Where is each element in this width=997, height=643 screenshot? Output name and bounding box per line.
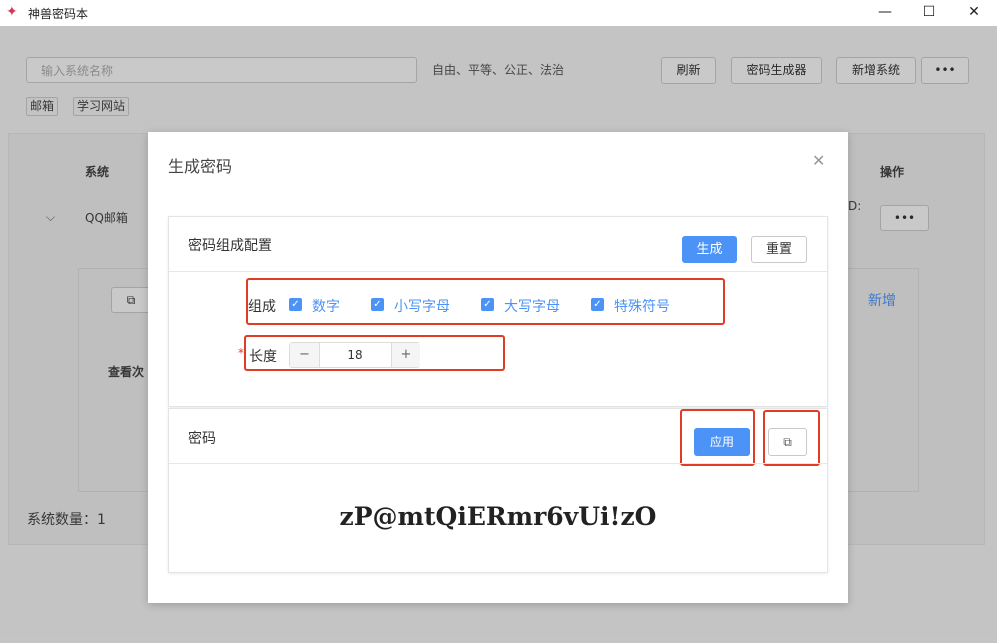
close-window-button[interactable]: ✕ [951, 0, 997, 26]
checkbox-special[interactable]: ✓ [591, 298, 604, 311]
card-divider [169, 463, 827, 464]
config-card: 密码组成配置 生成 重置 组成 ✓ 数字 ✓ 小写字母 ✓ 大写字母 ✓ 特殊符… [168, 216, 828, 407]
option-uppercase-label[interactable]: 大写字母 [504, 296, 560, 316]
password-card-title: 密码 [188, 431, 216, 447]
checkbox-lowercase[interactable]: ✓ [371, 298, 384, 311]
option-lowercase-label[interactable]: 小写字母 [394, 296, 450, 316]
generated-password: zP@mtQiERmr6vUi!zO [339, 502, 657, 531]
close-icon[interactable]: ✕ [812, 151, 825, 170]
minimize-button[interactable]: — [862, 0, 908, 26]
generate-password-dialog: 生成密码 ✕ 密码组成配置 生成 重置 组成 ✓ 数字 ✓ 小写字母 ✓ 大写字… [148, 132, 848, 603]
maximize-button[interactable]: ☐ [906, 0, 952, 26]
app-logo-icon: ✦ [6, 4, 18, 20]
required-mark: * [238, 346, 244, 360]
checkbox-digits[interactable]: ✓ [289, 298, 302, 311]
option-special-label[interactable]: 特殊符号 [614, 296, 670, 316]
length-label: 长度 [249, 349, 277, 365]
length-value[interactable]: 18 [319, 343, 391, 367]
dialog-title: 生成密码 [168, 157, 233, 176]
increment-button[interactable]: + [391, 343, 420, 367]
app-title: 神兽密码本 [28, 7, 89, 21]
option-digits-label[interactable]: 数字 [312, 296, 340, 316]
length-stepper[interactable]: − 18 + [289, 342, 420, 368]
copy-icon[interactable]: ⧉ [768, 428, 807, 456]
apply-button[interactable]: 应用 [694, 428, 750, 456]
config-card-title: 密码组成配置 [188, 238, 272, 254]
card-divider [169, 271, 827, 272]
composition-label: 组成 [248, 299, 276, 315]
decrement-button[interactable]: − [290, 343, 320, 367]
checkbox-uppercase[interactable]: ✓ [481, 298, 494, 311]
reset-button[interactable]: 重置 [751, 236, 807, 263]
title-bar: ✦ 神兽密码本 — ☐ ✕ [0, 0, 997, 26]
generate-button[interactable]: 生成 [682, 236, 737, 263]
password-card: 密码 应用 ⧉ zP@mtQiERmr6vUi!zO [168, 408, 828, 573]
